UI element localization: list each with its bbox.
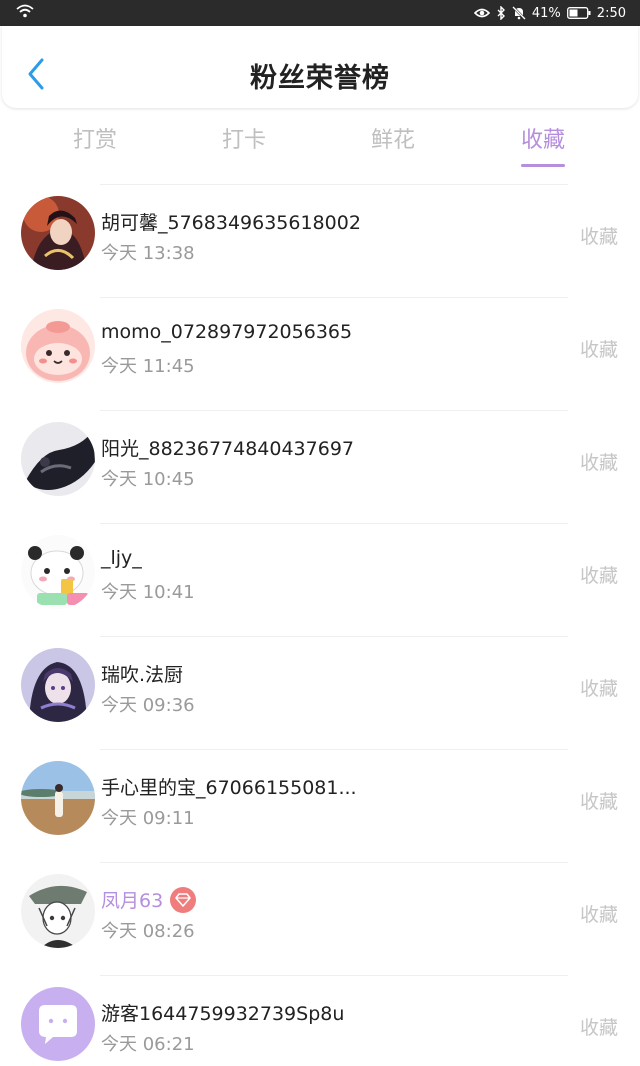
user-name: 瑞吹.法厨 [101,664,184,686]
user-name: 手心里的宝_67066155081... [101,777,357,799]
tab-flowers[interactable]: 鲜花 [371,122,415,154]
avatar[interactable] [21,648,95,722]
divider [100,523,568,524]
divider [100,297,568,298]
tab-label: 打赏 [73,128,118,153]
header-bar: 粉丝荣誉榜 [2,26,638,108]
user-name: 游客1644759932739Sp8u [101,1003,345,1025]
active-tab-indicator [521,164,566,167]
list-item[interactable]: 阳光_88236774840437697 今天 10:45 收藏 [0,410,640,523]
name-line: 手心里的宝_67066155081... [101,773,357,800]
timestamp: 今天 13:38 [101,243,195,264]
user-name: _ljy_ [101,547,142,569]
status-right: 41% 2:50 [473,5,626,21]
divider [100,975,568,976]
list-item[interactable]: 瑞吹.法厨 今天 09:36 收藏 [0,636,640,749]
eye-icon [473,7,490,19]
divider [100,410,568,411]
name-line: 瑞吹.法厨 [101,660,183,687]
divider [100,636,568,637]
name-line: 阳光_88236774840437697 [101,434,354,461]
list-item[interactable]: momo_072897972056365 今天 11:45 收藏 [0,297,640,410]
divider [100,749,568,750]
divider [100,184,568,185]
user-name: momo_072897972056365 [101,321,353,343]
action-label: 收藏 [579,339,618,361]
timestamp: 今天 09:11 [101,808,195,829]
timestamp: 今天 10:45 [101,469,195,490]
action-label: 收藏 [579,904,618,926]
name-line: 胡可馨_5768349635618002 [101,208,361,235]
tab-reward[interactable]: 打赏 [73,122,117,154]
avatar[interactable] [21,196,95,270]
status-bar: 41% 2:50 [0,0,640,26]
list-item[interactable]: 游客1644759932739Sp8u 今天 06:21 收藏 [0,975,640,1066]
action-label: 收藏 [579,452,618,474]
bluetooth-icon [496,6,506,20]
tab-label: 鲜花 [371,128,416,153]
action-label: 收藏 [579,226,618,248]
user-name: 胡可馨_5768349635618002 [101,212,361,234]
name-line: momo_072897972056365 [101,321,352,343]
clock: 2:50 [596,5,626,21]
avatar[interactable] [21,422,95,496]
list-item[interactable]: 手心里的宝_67066155081... 今天 09:11 收藏 [0,749,640,862]
name-line: _ljy_ [101,547,142,569]
tab-favorites[interactable]: 收藏 [521,122,566,167]
name-line: 凤月63 [101,886,197,913]
list-item[interactable]: 胡可馨_5768349635618002 今天 13:38 收藏 [0,184,640,297]
timestamp: 今天 08:26 [101,921,195,942]
fan-list: 胡可馨_5768349635618002 今天 13:38 收藏 momo_07… [0,184,640,1066]
tab-bar: 打赏 打卡 鲜花 收藏 [0,110,640,167]
avatar[interactable] [21,987,95,1061]
wifi-icon [16,4,34,22]
timestamp: 今天 10:41 [101,582,195,603]
tab-label: 收藏 [521,128,566,153]
timestamp: 今天 06:21 [101,1034,195,1055]
user-name: 阳光_88236774840437697 [101,438,355,460]
action-label: 收藏 [579,678,618,700]
avatar[interactable] [21,309,95,383]
tab-label: 打卡 [222,128,267,153]
avatar[interactable] [21,874,95,948]
avatar[interactable] [21,761,95,835]
avatar[interactable] [21,535,95,609]
timestamp: 今天 11:45 [101,356,195,377]
divider [100,862,568,863]
tab-checkin[interactable]: 打卡 [222,122,266,154]
page-title: 粉丝荣誉榜 [250,63,390,94]
action-label: 收藏 [579,1017,618,1039]
battery-icon [566,7,591,19]
vip-diamond-icon [170,886,197,913]
user-name: 凤月63 [101,890,164,912]
action-label: 收藏 [579,565,618,587]
status-left [16,4,34,22]
list-item[interactable]: 凤月63 今天 08:26 收藏 [0,862,640,975]
mute-bell-icon [512,6,526,20]
list-item[interactable]: _ljy_ 今天 10:41 收藏 [0,523,640,636]
timestamp: 今天 09:36 [101,695,195,716]
action-label: 收藏 [579,791,618,813]
name-line: 游客1644759932739Sp8u [101,999,344,1026]
battery-text: 41% [531,5,561,21]
